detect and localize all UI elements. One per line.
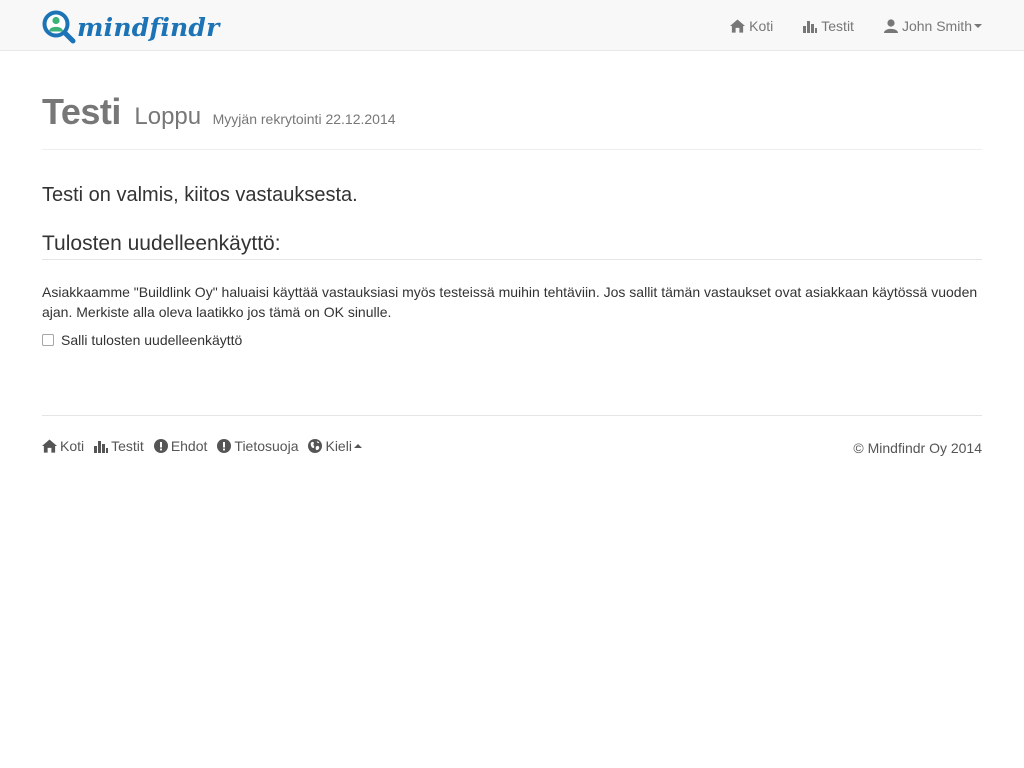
home-icon bbox=[730, 18, 746, 33]
footer-link-label: Koti bbox=[60, 438, 85, 454]
footer-link-label: Kieli bbox=[325, 438, 352, 454]
copyright: © Mindfindr Oy 2014 bbox=[853, 440, 982, 456]
page-title-text: Testi bbox=[42, 91, 121, 132]
reuse-checkbox[interactable] bbox=[42, 334, 54, 346]
reuse-checkbox-label[interactable]: Salli tulosten uudelleenkäyttö bbox=[61, 332, 242, 348]
footer-link-label: Testit bbox=[111, 438, 144, 454]
footer-link-label: Ehdot bbox=[170, 438, 208, 454]
footer-link-testit[interactable]: Testit bbox=[94, 438, 144, 454]
page-header: Testi Loppu Myyjän rekrytointi 22.12.201… bbox=[42, 90, 982, 150]
home-icon bbox=[42, 439, 57, 453]
reuse-description: Asiakkaamme "Buildlink Oy" haluaisi käyt… bbox=[42, 284, 978, 320]
globe-icon bbox=[308, 439, 323, 453]
caret-up-icon bbox=[353, 444, 362, 448]
nav-link-label: Koti bbox=[749, 17, 774, 34]
exclamation-circle-icon bbox=[153, 439, 168, 453]
footer: Koti Testit Ehdot Tietosuoja Kieli © Min… bbox=[42, 415, 982, 475]
reuse-checkbox-row[interactable]: Salli tulosten uudelleenkäyttö bbox=[42, 332, 242, 348]
user-name: John Smith bbox=[901, 17, 972, 34]
brand-name: mindfindr bbox=[77, 12, 220, 42]
footer-links: Koti Testit Ehdot Tietosuoja Kieli bbox=[42, 438, 362, 454]
navbar-links: Koti Testit John Smith bbox=[730, 0, 982, 51]
footer-link-label: Tietosuoja bbox=[234, 438, 299, 454]
user-menu-dropdown[interactable]: John Smith bbox=[883, 17, 982, 34]
footer-link-tietosuoja[interactable]: Tietosuoja bbox=[217, 438, 298, 454]
exclamation-circle-icon bbox=[217, 439, 232, 453]
brand-logo[interactable]: mindfindr bbox=[42, 9, 220, 45]
completion-message: Testi on valmis, kiitos vastauksesta. bbox=[42, 184, 358, 206]
language-dropdown[interactable]: Kieli bbox=[308, 438, 362, 454]
stats-icon bbox=[803, 20, 818, 33]
page-subtitle: Loppu bbox=[134, 103, 202, 130]
user-icon bbox=[883, 18, 898, 33]
caret-down-icon bbox=[974, 23, 982, 28]
nav-link-testit[interactable]: Testit bbox=[803, 18, 854, 34]
stats-icon bbox=[94, 441, 109, 453]
section-title: Tulosten uudelleenkäyttö: bbox=[42, 232, 982, 260]
footer-link-koti[interactable]: Koti bbox=[42, 438, 84, 454]
nav-link-koti[interactable]: Koti bbox=[730, 18, 773, 34]
nav-link-label: Testit bbox=[821, 17, 854, 34]
footer-link-ehdot[interactable]: Ehdot bbox=[153, 438, 208, 454]
navbar: mindfindr Koti Testit John Smith bbox=[0, 0, 1024, 51]
magnifier-person-icon bbox=[42, 10, 76, 44]
test-meta: Myyjän rekrytointi 22.12.2014 bbox=[212, 111, 396, 127]
page-title: Testi Loppu Myyjän rekrytointi 22.12.201… bbox=[42, 90, 982, 141]
